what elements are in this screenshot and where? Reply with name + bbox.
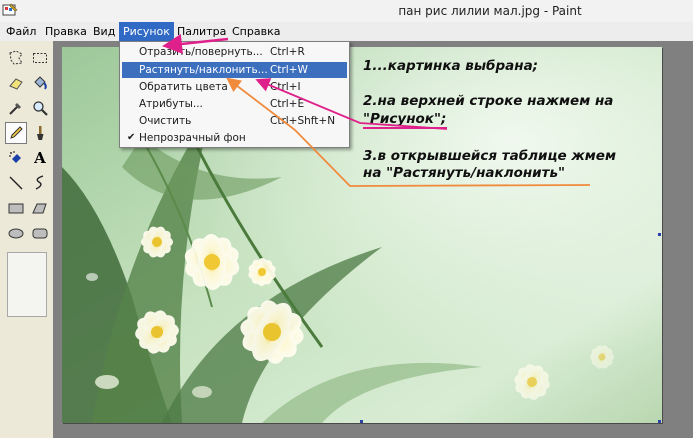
rectangle-tool[interactable]: [5, 197, 27, 219]
checkmark-icon: ✔: [127, 132, 136, 143]
eraser-icon: [9, 78, 23, 90]
toolbox: A: [0, 41, 54, 438]
line-icon: [9, 176, 23, 190]
menu-bar: Файл Правка Вид Рисунок Палитра Справка: [0, 22, 693, 42]
free-select-icon: [9, 50, 23, 65]
free-select-tool[interactable]: [5, 47, 27, 69]
curve-tool[interactable]: [29, 172, 51, 194]
fill-tool[interactable]: [29, 72, 51, 94]
resize-handle-corner[interactable]: [658, 420, 661, 423]
rectangle-icon: [8, 203, 24, 214]
ellipse-icon: [8, 228, 24, 239]
airbrush-tool[interactable]: [5, 147, 27, 169]
instruction-step-3-line-2: на "Растянуть/наклонить": [363, 165, 566, 181]
eraser-tool[interactable]: [5, 72, 27, 94]
ellipse-tool[interactable]: [5, 222, 27, 244]
menu-item-invert-colors[interactable]: Обратить цвета Ctrl+I: [122, 79, 347, 95]
instruction-step-2-line-1: 2.на верхней строке нажмем на: [363, 93, 614, 109]
menu-item-attributes[interactable]: Атрибуты... Ctrl+E: [122, 96, 347, 112]
menu-item-stretch-skew[interactable]: Растянуть/наклонить... Ctrl+W: [122, 62, 347, 78]
menu-edit[interactable]: Правка: [41, 22, 91, 41]
pencil-tool[interactable]: [5, 122, 27, 144]
menu-file[interactable]: Файл: [2, 22, 40, 41]
line-tool[interactable]: [5, 172, 27, 194]
polygon-icon: [32, 203, 47, 214]
pencil-icon: [10, 126, 23, 139]
text-icon: A: [34, 149, 46, 167]
menu-colors[interactable]: Палитра: [173, 22, 230, 41]
rect-select-tool[interactable]: [29, 47, 51, 69]
color-picker-tool[interactable]: [5, 97, 27, 119]
title-bar: пан рис лилии мал.jpg - Paint: [0, 0, 693, 23]
text-tool[interactable]: A: [29, 147, 51, 169]
menu-item-flip-rotate[interactable]: Отразить/повернуть... Ctrl+R: [122, 44, 347, 60]
instruction-step-1: 1...картинка выбрана;: [363, 58, 539, 74]
menu-view[interactable]: Вид: [89, 22, 119, 41]
magnifier-tool[interactable]: [29, 97, 51, 119]
polygon-tool[interactable]: [29, 197, 51, 219]
image-menu-dropdown: Отразить/повернуть... Ctrl+R Растянуть/н…: [119, 41, 350, 148]
tool-options-box[interactable]: [7, 252, 47, 317]
brush-icon: [37, 126, 44, 140]
resize-handle-bottom[interactable]: [360, 420, 363, 423]
menu-help[interactable]: Справка: [228, 22, 284, 41]
window-title: пан рис лилии мал.jpg - Paint: [398, 4, 582, 18]
menu-item-opaque-background[interactable]: ✔ Непрозрачный фон: [122, 130, 347, 146]
brush-tool[interactable]: [29, 122, 51, 144]
rounded-rect-icon: [32, 228, 48, 239]
menu-image[interactable]: Рисунок: [119, 22, 174, 41]
curve-icon: [35, 175, 44, 190]
menu-item-clear-image[interactable]: Очистить Ctrl+Shft+N: [122, 113, 347, 129]
airbrush-icon: [9, 151, 21, 163]
color-picker-icon: [9, 103, 21, 115]
magnifier-icon: [33, 101, 48, 116]
rect-select-icon: [33, 53, 47, 63]
paint-app-icon[interactable]: [2, 2, 18, 18]
rounded-rect-tool[interactable]: [29, 222, 51, 244]
instruction-step-3-line-1: 3.в открывшейся таблице жмем: [363, 148, 616, 164]
resize-handle-right[interactable]: [658, 233, 661, 236]
fill-bucket-icon: [34, 76, 47, 90]
instruction-step-2-line-2: "Рисунок";: [363, 111, 447, 127]
